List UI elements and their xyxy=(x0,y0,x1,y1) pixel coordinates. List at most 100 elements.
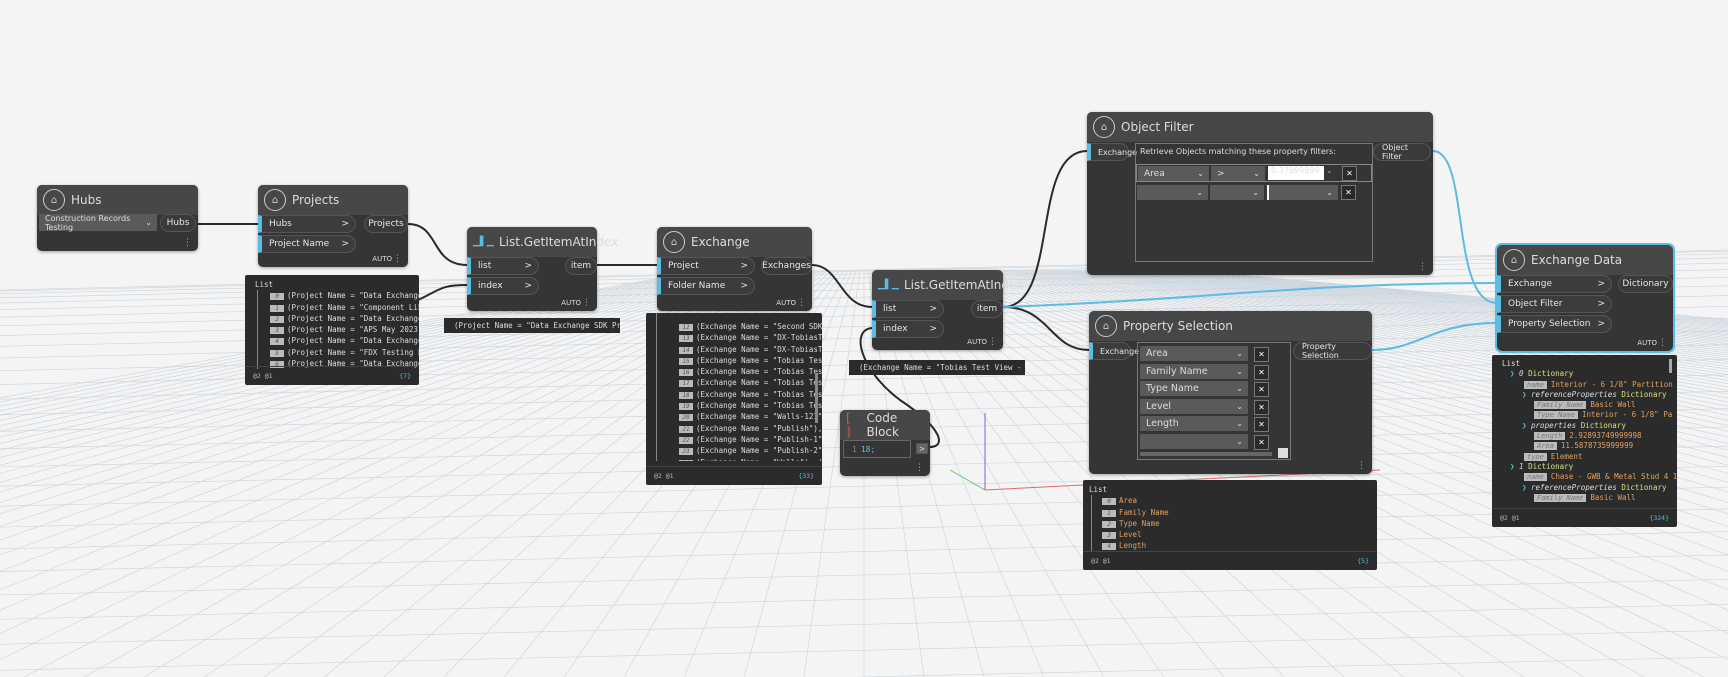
output-port-hubs[interactable]: Hubs xyxy=(160,214,196,232)
output-port-projects[interactable]: Projects xyxy=(364,215,408,233)
exchange-preview[interactable]: 12 (Exchange Name = "Second SDK E 13 (Excha… xyxy=(646,313,822,485)
getitemindex-node-2[interactable]: ▁▌▁ List.GetItemAtIndex list > index > item… xyxy=(872,270,1023,350)
list-index: 22 xyxy=(679,436,693,444)
list-item-text: (Project Name = "Data Exchanges xyxy=(287,291,419,301)
input-port-exchange[interactable]: Exchange xyxy=(1089,342,1139,360)
more-menu-icon[interactable]: ⋮ xyxy=(1418,262,1427,272)
list-item-text: (Exchange Name = "Publish-2"), xyxy=(696,446,822,456)
getitem1-preview[interactable]: (Project Name = "Data Exchange SDK Pri xyxy=(444,318,620,333)
more-menu-icon[interactable]: ⋮ xyxy=(582,298,591,308)
list-item: 23 (Exchange Name = "Publish-2"), xyxy=(679,445,822,456)
chevron-down-icon: ⌄ xyxy=(145,218,152,227)
list-index: 20 xyxy=(679,414,693,422)
property-dropdown[interactable]: Type Name ⌄ xyxy=(1140,381,1248,396)
more-menu-icon[interactable]: ⋮ xyxy=(183,238,192,248)
input-port-property-selection[interactable]: Property Selection > xyxy=(1497,315,1612,333)
property-dropdown[interactable]: Level ⌄ xyxy=(1140,398,1248,414)
property-dropdown[interactable]: Area ⌄ xyxy=(1140,346,1248,361)
output-port-property-selection[interactable]: Property Selection xyxy=(1293,342,1372,360)
property-dropdown[interactable]: ⌄ xyxy=(1137,185,1208,200)
output-port-object-filter[interactable]: Object Filter xyxy=(1373,143,1431,161)
output-port-dictionary[interactable]: Dictionary xyxy=(1618,275,1673,293)
hubs-node[interactable]: ⌂ Hubs Construction Records Testing ⌄ Hubs… xyxy=(37,185,198,251)
hub-dropdown[interactable]: Construction Records Testing ⌄ xyxy=(39,214,157,232)
output-port-item[interactable]: item xyxy=(565,257,597,275)
list-item: 18 (Exchange Name = "Tobias Test xyxy=(679,389,822,400)
input-port-hubs[interactable]: Hubs > xyxy=(258,215,356,233)
more-menu-icon[interactable]: ⋮ xyxy=(1357,461,1366,471)
property-dropdown[interactable]: Family Name ⌄ xyxy=(1140,363,1248,379)
input-port-list[interactable]: list > xyxy=(872,300,944,318)
input-port-exchange[interactable]: Exchange > xyxy=(1497,275,1612,293)
more-menu-icon[interactable]: ⋮ xyxy=(393,254,402,264)
list-item-text: (Exchange Name = "Tobias Test xyxy=(696,378,822,388)
list-index: 12 xyxy=(679,324,693,331)
remove-filter-button[interactable]: ✕ xyxy=(1341,185,1356,200)
remove-property-button[interactable]: ✕ xyxy=(1254,382,1269,397)
output-port-exchanges[interactable]: Exchanges xyxy=(761,257,812,275)
value-dropdown[interactable]: ⌄ xyxy=(1326,166,1340,175)
exchange-data-preview[interactable]: List ❯ 0 Dictionary name Interior - 6 1/8… xyxy=(1492,355,1677,527)
exchange-node[interactable]: ⌂ Exchange Project > Folder Name > Exchange… xyxy=(657,227,812,311)
projects-preview[interactable]: List 0 (Project Name = "Data Exchanges 1 (P… xyxy=(245,275,419,385)
list-item: 1 Family Name xyxy=(1102,507,1377,518)
list-item-text: (Exchange Name = "DX-TobiasTes xyxy=(696,344,822,354)
more-menu-icon[interactable]: ⋮ xyxy=(988,337,997,347)
more-menu-icon[interactable]: ⋮ xyxy=(797,298,806,308)
code-block-node[interactable]: [ ] Code Block 1 18; > ⋮ xyxy=(840,410,930,476)
output-port-item[interactable]: item xyxy=(971,300,1003,318)
remove-property-button[interactable]: ✕ xyxy=(1254,399,1269,415)
list-item-text: Length xyxy=(1119,541,1147,551)
list-item: 13 (Exchange Name = "DX-TobiasTes xyxy=(679,332,822,343)
list-item-text: Type Name xyxy=(1119,518,1160,528)
input-port-exchange[interactable]: Exchange xyxy=(1087,143,1137,161)
object-filter-node[interactable]: ⌂ Object Filter Exchange Object Filter Re… xyxy=(1087,112,1433,275)
remove-property-button[interactable]: ✕ xyxy=(1254,347,1269,362)
chevron-down-icon: ⌄ xyxy=(1236,349,1243,358)
getitem2-preview[interactable]: (Exchange Name = "Tobias Test View - W xyxy=(849,360,1025,375)
node-title: List.GetItemAtIndex xyxy=(499,235,619,249)
input-port-project[interactable]: Project > xyxy=(657,257,755,275)
value-input[interactable]: 0.37999989 xyxy=(1268,166,1324,180)
property-dropdown[interactable]: ⌄ xyxy=(1140,433,1248,449)
more-menu-icon[interactable]: ⋮ xyxy=(1658,338,1667,348)
property-selection-preview[interactable]: List 0 Area 1 Family Name 2 Type Name 3 Level 4 L… xyxy=(1083,480,1377,570)
list-item-text: (Exchange Name = "DX-TobiasTes xyxy=(696,333,822,343)
input-port-object-filter[interactable]: Object Filter > xyxy=(1497,295,1612,313)
wire-objectfilter-exchangedata[interactable] xyxy=(1432,150,1498,304)
operator-dropdown[interactable]: > ⌄ xyxy=(1211,166,1265,181)
input-port-index[interactable]: index > xyxy=(872,320,944,338)
remove-property-button[interactable]: ✕ xyxy=(1254,364,1269,380)
wire-projects-getitem1[interactable] xyxy=(407,223,468,266)
exchange-data-node[interactable]: ⌂ Exchange Data Exchange > Object Filter > … xyxy=(1495,243,1675,353)
input-port-folder-name[interactable]: Folder Name > xyxy=(657,277,755,295)
input-port-index[interactable]: index > xyxy=(467,277,539,295)
operator-dropdown[interactable]: ⌄ xyxy=(1210,185,1264,200)
getitemindex-node-1[interactable]: ▁▌▁ List.GetItemAtIndex list > index > item… xyxy=(467,227,618,311)
more-menu-icon[interactable]: ⋮ xyxy=(915,463,924,473)
value-input[interactable]: ⌄ xyxy=(1267,185,1338,200)
remove-property-button[interactable]: ✕ xyxy=(1254,417,1269,432)
property-dropdown[interactable]: Area ⌄ xyxy=(1138,166,1209,181)
property-selection-node[interactable]: ⌂ Property Selection Exchange Property Se… xyxy=(1089,311,1372,474)
list-item-text: (Project Name = "Data Exchange xyxy=(287,336,419,346)
property-name: Area xyxy=(1146,348,1168,359)
scrollbar[interactable] xyxy=(815,373,818,423)
scrollbar[interactable] xyxy=(1140,452,1272,456)
list-item-text: Level xyxy=(1119,530,1142,540)
node-title: Property Selection xyxy=(1123,319,1233,333)
resize-handle[interactable] xyxy=(1278,448,1288,458)
property-dropdown[interactable]: Length ⌄ xyxy=(1140,416,1248,431)
projects-node[interactable]: ⌂ Projects Hubs > Project Name > Projects A… xyxy=(258,185,408,267)
list-index: 2 xyxy=(270,315,284,323)
scrollbar[interactable] xyxy=(1669,359,1672,373)
list-index: 14 xyxy=(679,346,693,354)
input-port-project-name[interactable]: Project Name > xyxy=(258,235,356,253)
remove-property-button[interactable]: ✕ xyxy=(1254,434,1269,450)
input-port-list[interactable]: list > xyxy=(467,257,539,275)
list-item: 3 Level xyxy=(1102,529,1377,540)
remove-filter-button[interactable]: ✕ xyxy=(1342,166,1357,181)
output-port-code[interactable]: > xyxy=(916,443,928,454)
filter-description: Retrieve Objects matching these property… xyxy=(1140,147,1336,156)
code-editor[interactable]: 1 18; xyxy=(843,440,911,458)
